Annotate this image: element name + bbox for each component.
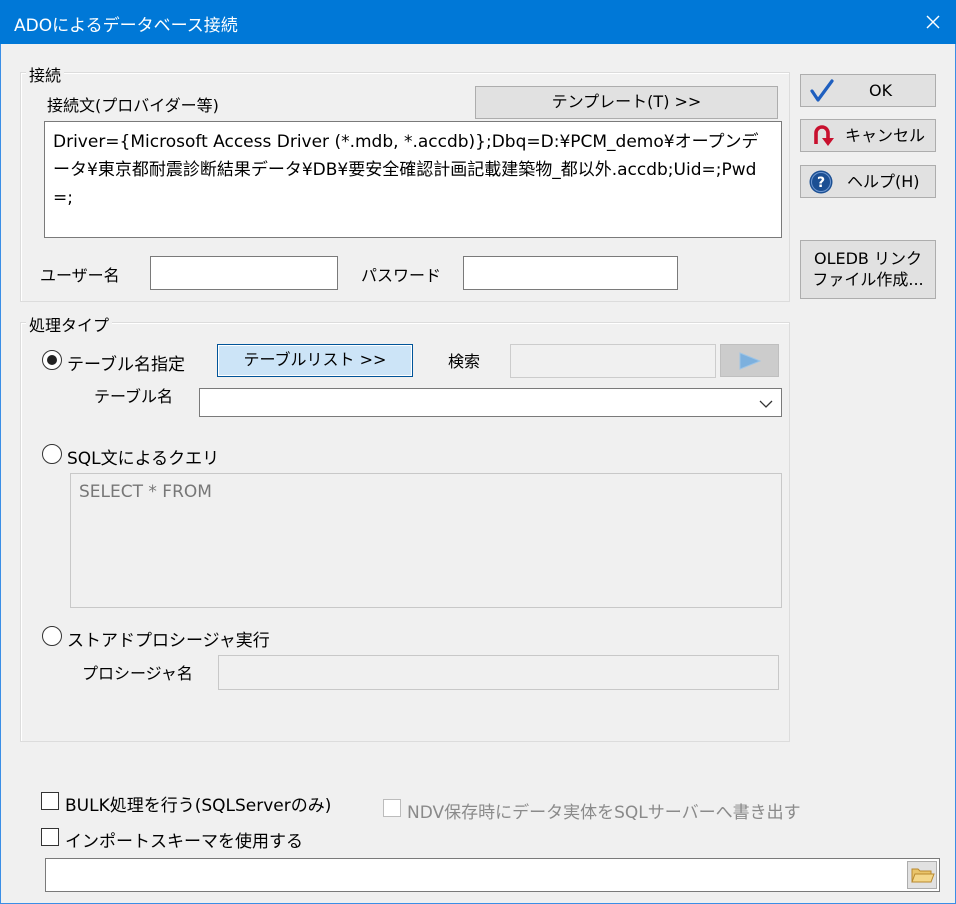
folder-icon [911, 868, 935, 883]
table-list-button[interactable]: テーブルリスト >> [217, 344, 413, 377]
ndv-checkbox[interactable] [383, 799, 401, 817]
ok-button-label: OK [869, 81, 893, 100]
schema-path-input[interactable] [45, 858, 940, 892]
sql-radio-circle[interactable] [42, 444, 62, 464]
play-arrow-icon [739, 351, 761, 370]
template-button[interactable]: テンプレート(T) >> [475, 86, 778, 119]
sql-radio-label[interactable]: SQL文によるクエリ [67, 444, 219, 469]
oledb-button-line2: ファイル作成... [812, 269, 924, 289]
search-input[interactable] [510, 344, 716, 378]
help-button-label: ヘルプ(H) [847, 172, 920, 191]
procedure-name-input[interactable] [218, 655, 779, 690]
undo-arrow-icon [814, 125, 834, 146]
sql-radio[interactable] [42, 444, 62, 464]
stored-proc-radio-label[interactable]: ストアドプロシージャ実行 [67, 626, 270, 651]
bulk-checkbox-label[interactable]: BULK処理を行う(SQLServerのみ) [65, 791, 331, 816]
title-bar: ADOによるデータベース接続 [0, 0, 956, 44]
procedure-name-label: プロシージャ名 [82, 664, 193, 683]
cancel-button[interactable]: キャンセル [800, 119, 936, 152]
browse-folder-button[interactable] [907, 861, 937, 889]
import-schema-checkbox[interactable] [41, 828, 59, 846]
password-label: パスワード [361, 266, 442, 285]
stored-proc-radio-circle[interactable] [42, 626, 62, 646]
sql-query-input[interactable]: SELECT * FROM [70, 473, 782, 608]
oledb-link-button[interactable]: OLEDB リンク ファイル作成... [800, 240, 936, 299]
oledb-button-line1: OLEDB リンク [813, 248, 922, 268]
process-type-group-label: 処理タイプ [26, 312, 113, 336]
password-input[interactable] [463, 256, 678, 290]
table-radio-circle[interactable] [42, 350, 62, 370]
table-name-select[interactable] [199, 388, 782, 417]
username-label: ユーザー名 [40, 266, 120, 285]
import-schema-checkbox-label[interactable]: インポートスキーマを使用する [65, 827, 303, 852]
ndv-checkbox-label[interactable]: NDV保存時にデータ実体をSQLサーバーへ書き出す [407, 798, 801, 823]
connection-string-input[interactable]: Driver={Microsoft Access Driver (*.mdb, … [44, 121, 782, 238]
help-button[interactable]: ? ヘルプ(H) [800, 165, 936, 198]
ok-button[interactable]: OK [800, 74, 936, 107]
username-input[interactable] [150, 256, 338, 290]
bulk-checkbox[interactable] [41, 792, 59, 810]
connection-string-label: 接続文(プロバイダー等) [47, 96, 219, 115]
table-name-label: テーブル名 [94, 387, 174, 406]
check-icon [810, 79, 834, 102]
connection-group-label: 接続 [26, 62, 65, 86]
table-radio-label[interactable]: テーブル名指定 [67, 350, 185, 375]
svg-text:?: ? [817, 175, 825, 191]
table-radio[interactable] [42, 350, 62, 370]
search-go-button[interactable] [720, 344, 779, 377]
window-title: ADOによるデータベース接続 [14, 16, 238, 36]
close-button[interactable] [910, 0, 956, 44]
stored-proc-radio[interactable] [42, 626, 62, 646]
close-icon [926, 15, 940, 29]
radio-selected-dot [47, 355, 57, 365]
chevron-down-icon [759, 400, 773, 408]
cancel-button-label: キャンセル [845, 126, 926, 145]
help-icon: ? [809, 170, 833, 194]
search-label: 検索 [448, 352, 481, 371]
